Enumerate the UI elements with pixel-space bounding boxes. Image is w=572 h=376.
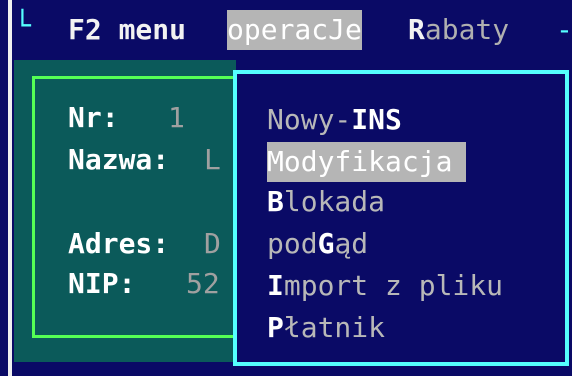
field-nr-label: Nr: <box>68 101 119 134</box>
menu-rabaty[interactable]: Rabaty <box>408 10 509 50</box>
operacje-popup-menu: Nowy-INS Modyfikacja Blokada podGąd Impo… <box>233 70 569 366</box>
window-corner-glyph: └ <box>14 9 31 42</box>
menu-item-modyfikacja-label: Modyfikacja <box>267 145 453 178</box>
menu-item-import[interactable]: Import z pliku <box>267 266 503 306</box>
field-adres-label: Adres: <box>68 227 170 260</box>
menu-item-import-hotkey: I <box>267 269 284 302</box>
menu-item-modyfikacja[interactable]: Modyfikacja <box>267 142 467 182</box>
menu-item-import-label: mport z pliku <box>283 269 504 302</box>
field-nip-value[interactable]: 52 <box>186 264 220 304</box>
menu-item-blokada-hotkey: B <box>267 185 284 218</box>
menu-item-platnik-hotkey: P <box>267 311 284 344</box>
menu-item-podgad-label-post: ąd <box>334 227 369 260</box>
menu-operacje[interactable]: operacJe <box>227 10 362 50</box>
menu-item-blokada-label: lokada <box>283 185 386 218</box>
menu-item-podgad-label-pre: pod <box>267 227 318 260</box>
menu-rabaty-label: abaty <box>424 13 510 46</box>
menu-item-podgad-hotkey: G <box>317 227 335 260</box>
menu-item-nowy[interactable]: Nowy-INS <box>267 100 402 140</box>
field-nazwa-label: Nazwa: <box>68 143 170 176</box>
menu-item-podgad[interactable]: podGąd <box>267 224 368 264</box>
field-nr-value[interactable]: 1 <box>168 98 185 138</box>
field-adres-value[interactable]: D <box>204 224 221 264</box>
menubar-tail: - <box>556 13 572 46</box>
menu-item-blokada[interactable]: Blokada <box>267 182 385 222</box>
field-nazwa-value[interactable]: L <box>204 140 221 180</box>
menu-item-nowy-label: Nowy- <box>267 103 352 136</box>
menu-f2[interactable]: F2 menu <box>68 10 186 50</box>
menu-rabaty-hotkey: R <box>408 13 425 46</box>
menu-item-platnik-label: łatnik <box>283 311 386 344</box>
menu-item-platnik[interactable]: Płatnik <box>267 308 385 348</box>
field-nip-label: NIP: <box>68 267 136 300</box>
customer-form-frame <box>32 76 255 338</box>
menu-item-nowy-hotkey: INS <box>351 103 402 136</box>
window-left-border <box>8 0 12 376</box>
